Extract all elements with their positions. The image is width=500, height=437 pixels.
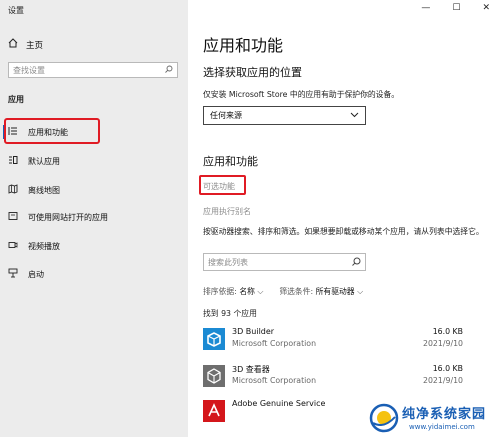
filter-label: 筛选条件: — [279, 287, 314, 296]
dropdown-value: 任何来源 — [210, 111, 242, 120]
close-button[interactable]: ✕ — [482, 3, 490, 13]
app-publisher: Microsoft Corporation — [232, 376, 317, 385]
install-location-description: 仅安装 Microsoft Store 中的应用有助于保护你的设备。 — [203, 90, 400, 99]
window-controls: — ☐ ✕ — [421, 3, 490, 13]
default-apps-icon — [8, 155, 18, 168]
app-date: 2021/9/10 — [423, 376, 463, 385]
sidebar-item-startup[interactable]: 启动 — [8, 267, 44, 281]
sidebar-item-default-apps[interactable]: 默认应用 — [8, 154, 60, 168]
app-name: 3D 查看器 — [232, 365, 270, 374]
sidebar-item-label: 可使用网站打开的应用 — [28, 212, 108, 222]
app-size: 16.0 KB — [432, 364, 463, 373]
settings-sidebar: 设置 主页 查找设置 应用 应用和功能 默认应用 离线地图 可使用网站打开的应用… — [0, 0, 188, 437]
sidebar-home-label: 主页 — [26, 40, 44, 51]
page-title: 应用和功能 — [203, 36, 284, 55]
watermark-logo-icon — [369, 403, 399, 433]
sort-filter-bar: 排序依据: 名称 ⌵ 筛选条件: 所有驱动器 ⌵ — [203, 286, 363, 297]
sort-label: 排序依据: — [203, 287, 237, 296]
app-list-search-input[interactable]: 搜索此列表 — [203, 253, 366, 271]
adobe-icon — [203, 400, 225, 422]
window-title: 设置 — [8, 6, 24, 15]
video-playback-icon — [8, 240, 18, 253]
sidebar-item-apps-for-websites[interactable]: 可使用网站打开的应用 — [8, 210, 108, 224]
app-name: Adobe Genuine Service — [232, 399, 326, 408]
apps-features-heading: 应用和功能 — [203, 155, 258, 168]
home-icon — [8, 38, 18, 51]
settings-search-input[interactable]: 查找设置 — [8, 62, 178, 78]
app-name: 3D Builder — [232, 327, 275, 336]
sidebar-item-offline-maps[interactable]: 离线地图 — [8, 183, 60, 197]
watermark: 纯净系统家园 www.yidaimei.com — [369, 401, 494, 435]
search-icon — [165, 65, 173, 75]
app-list-item[interactable]: 3D Builder Microsoft Corporation 16.0 KB… — [203, 326, 463, 356]
optional-features-link[interactable]: 可选功能 — [203, 181, 235, 192]
sidebar-item-apps-features[interactable]: 应用和功能 — [8, 125, 68, 139]
search-placeholder: 查找设置 — [13, 65, 45, 75]
3d-viewer-icon — [203, 365, 225, 387]
app-size: 16.0 KB — [432, 327, 463, 336]
apps-for-websites-icon — [8, 211, 18, 224]
sidebar-item-video-playback[interactable]: 视频播放 — [8, 239, 60, 253]
minimize-button[interactable]: — — [421, 3, 430, 13]
app-count: 找到 93 个应用 — [203, 309, 257, 318]
chevron-down-icon — [350, 111, 359, 120]
sidebar-item-label: 默认应用 — [28, 156, 60, 166]
3d-builder-icon — [203, 328, 225, 350]
chevron-down-icon: ⌵ — [357, 287, 364, 296]
filter-value: 所有驱动器 — [315, 287, 355, 296]
app-source-dropdown[interactable]: 任何来源 — [203, 106, 366, 125]
offline-maps-icon — [8, 183, 18, 197]
startup-icon — [8, 268, 18, 281]
filter-dropdown[interactable]: 筛选条件: 所有驱动器 ⌵ — [279, 286, 363, 297]
watermark-title: 纯净系统家园 — [402, 407, 487, 422]
section-label-apps: 应用 — [8, 95, 24, 104]
maximize-button[interactable]: ☐ — [452, 3, 460, 13]
sort-value: 名称 — [239, 287, 255, 296]
app-date: 2021/9/10 — [423, 339, 463, 348]
sort-dropdown[interactable]: 排序依据: 名称 ⌵ — [203, 286, 263, 297]
sidebar-item-label: 启动 — [28, 269, 44, 279]
sidebar-item-label: 视频播放 — [28, 241, 60, 251]
apps-features-icon — [8, 126, 18, 139]
sidebar-home[interactable]: 主页 — [8, 38, 43, 51]
app-alias-link[interactable]: 应用执行别名 — [203, 206, 251, 217]
install-location-heading: 选择获取应用的位置 — [203, 66, 302, 79]
search-placeholder: 搜索此列表 — [208, 257, 248, 267]
chevron-down-icon: ⌵ — [257, 287, 264, 296]
sidebar-item-label: 离线地图 — [28, 185, 60, 195]
sidebar-item-label: 应用和功能 — [28, 127, 68, 137]
apps-description: 按驱动器搜索、排序和筛选。如果想要卸载或移动某个应用，请从列表中选择它。 — [203, 227, 484, 236]
search-icon — [352, 257, 361, 268]
main-content: — ☐ ✕ 应用和功能 选择获取应用的位置 仅安装 Microsoft Stor… — [188, 0, 500, 437]
app-publisher: Microsoft Corporation — [232, 339, 317, 348]
watermark-url: www.yidaimei.com — [409, 423, 475, 431]
app-list-item[interactable]: 3D 查看器 Microsoft Corporation 16.0 KB 202… — [203, 363, 463, 393]
